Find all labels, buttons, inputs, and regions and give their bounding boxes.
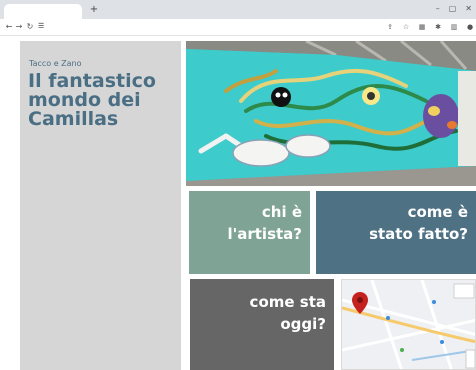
tile-artist[interactable]: chi è l'artista? — [189, 191, 310, 274]
tile-today[interactable]: come sta oggi? — [190, 279, 334, 370]
window-controls: – ▢ ✕ — [436, 4, 472, 14]
sidebar-icon[interactable]: ▥ — [450, 23, 458, 31]
map-embed[interactable] — [341, 279, 476, 370]
share-icon[interactable]: ⇪ — [386, 23, 394, 31]
tile-artist-line2: l'artista? — [227, 225, 303, 243]
map-graphic — [342, 280, 475, 369]
browser-tab[interactable] — [4, 4, 82, 19]
extension-icon[interactable]: ▦ — [418, 23, 426, 31]
star-icon[interactable]: ☆ — [402, 23, 410, 31]
plus-icon[interactable]: + — [89, 5, 99, 15]
tile-how-made-line1: come è — [407, 203, 468, 221]
tile-how-made-line2: stato fatto? — [369, 225, 468, 243]
tune-icon[interactable]: ☰ — [38, 22, 44, 30]
author-name[interactable]: Tacco e Zano — [29, 59, 82, 68]
maximize-icon[interactable]: ▢ — [449, 4, 457, 14]
address-bar[interactable]: ☰ — [36, 21, 406, 34]
tile-today-line1: come sta — [249, 293, 326, 311]
toolbar-icons: ⇪ ☆ ▦ ✱ ▥ ● — [386, 23, 474, 31]
profile-icon[interactable]: ● — [466, 23, 474, 31]
puzzle-icon[interactable]: ✱ — [434, 23, 442, 31]
page: Tacco e Zano Il fantastico mondo dei Cam… — [0, 37, 476, 370]
forward-icon[interactable]: → — [14, 22, 24, 32]
close-icon[interactable]: ✕ — [465, 4, 472, 14]
reload-icon[interactable]: ↻ — [25, 22, 35, 32]
minimize-icon[interactable]: – — [436, 4, 440, 14]
site-title[interactable]: Il fantastico mondo dei Camillas — [28, 72, 178, 129]
tile-artist-line1: chi è — [261, 203, 302, 221]
sidebar: Tacco e Zano Il fantastico mondo dei Cam… — [20, 41, 181, 370]
browser-tab-strip: + – ▢ ✕ — [0, 0, 476, 19]
mural-illustration — [186, 41, 476, 186]
browser-toolbar: ← → ↻ ☰ ⇪ ☆ ▦ ✱ ▥ ● — [0, 19, 476, 36]
back-icon[interactable]: ← — [4, 22, 14, 32]
tile-today-line2: oggi? — [280, 315, 326, 333]
mural-photo[interactable] — [186, 41, 476, 186]
tile-how-made[interactable]: come è stato fatto? — [316, 191, 476, 274]
